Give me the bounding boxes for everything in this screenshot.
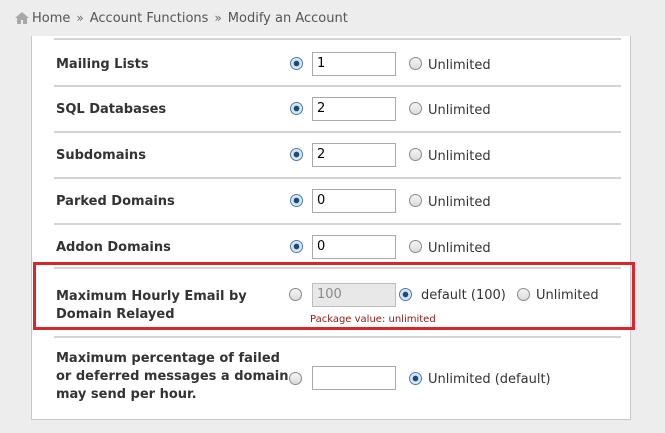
row-sql-databases: SQL Databases 2 Unlimited [54, 85, 621, 131]
row-label: Subdomains [56, 148, 146, 163]
parked-domains-input[interactable]: 0 [312, 189, 396, 213]
unlimited-radio-mailing-lists[interactable] [409, 57, 422, 70]
sql-databases-input[interactable]: 2 [312, 97, 396, 121]
unlimited-radio-sql-databases[interactable] [409, 102, 422, 115]
row-mailing-lists: Mailing Lists 1 Unlimited [54, 39, 621, 85]
breadcrumb-account-functions-link[interactable]: Account Functions [90, 11, 209, 26]
limit-radio-subdomains[interactable] [290, 148, 303, 161]
failed-percentage-input[interactable] [312, 366, 396, 390]
unlimited-radio-parked-domains[interactable] [409, 194, 422, 207]
unlimited-radio-addon-domains[interactable] [409, 240, 422, 253]
unlimited-label: Unlimited [428, 195, 491, 210]
limit-radio-addon-domains[interactable] [290, 240, 303, 253]
unlimited-label: Unlimited [428, 241, 491, 256]
breadcrumb: Home » Account Functions » Modify an Acc… [0, 0, 665, 36]
unlimited-label: Unlimited [428, 103, 491, 118]
row-label: SQL Databases [56, 102, 167, 117]
row-label-line3: may send per hour. [56, 387, 197, 402]
highlight-box [33, 262, 635, 330]
row-label-line1: Maximum percentage of failed [56, 351, 280, 366]
row-label: Parked Domains [56, 194, 175, 209]
subdomains-input[interactable]: 2 [312, 143, 396, 167]
breadcrumb-current: Modify an Account [227, 10, 348, 26]
limit-radio-sql-databases[interactable] [290, 102, 303, 115]
limit-radio-parked-domains[interactable] [290, 194, 303, 207]
breadcrumb-separator: » [76, 11, 84, 25]
mailing-lists-input[interactable]: 1 [312, 52, 396, 76]
row-parked-domains: Parked Domains 0 Unlimited [54, 177, 621, 223]
breadcrumb-separator: » [214, 11, 222, 25]
unlimited-label: Unlimited [428, 149, 491, 164]
addon-domains-input[interactable]: 0 [312, 235, 396, 259]
home-icon [15, 12, 29, 24]
row-subdomains: Subdomains 2 Unlimited [54, 131, 621, 177]
row-label: Mailing Lists [56, 57, 149, 72]
unlimited-label: Unlimited [428, 58, 491, 73]
unlimited-radio-subdomains[interactable] [409, 148, 422, 161]
limit-radio-mailing-lists[interactable] [290, 57, 303, 70]
unlimited-radio-failed-percentage[interactable] [409, 372, 422, 385]
custom-radio-failed-percentage[interactable] [289, 372, 302, 385]
row-label: Addon Domains [56, 240, 171, 255]
unlimited-default-label: Unlimited (default) [428, 372, 551, 387]
row-addon-domains: Addon Domains 0 Unlimited [54, 223, 621, 267]
account-limits-panel: Mailing Lists 1 Unlimited SQL Databases … [31, 36, 631, 420]
row-max-failed-percentage: Maximum percentage of failed or deferred… [54, 336, 621, 416]
row-label-line2: or deferred messages a domain [56, 369, 289, 384]
breadcrumb-home-link[interactable]: Home [32, 11, 70, 26]
